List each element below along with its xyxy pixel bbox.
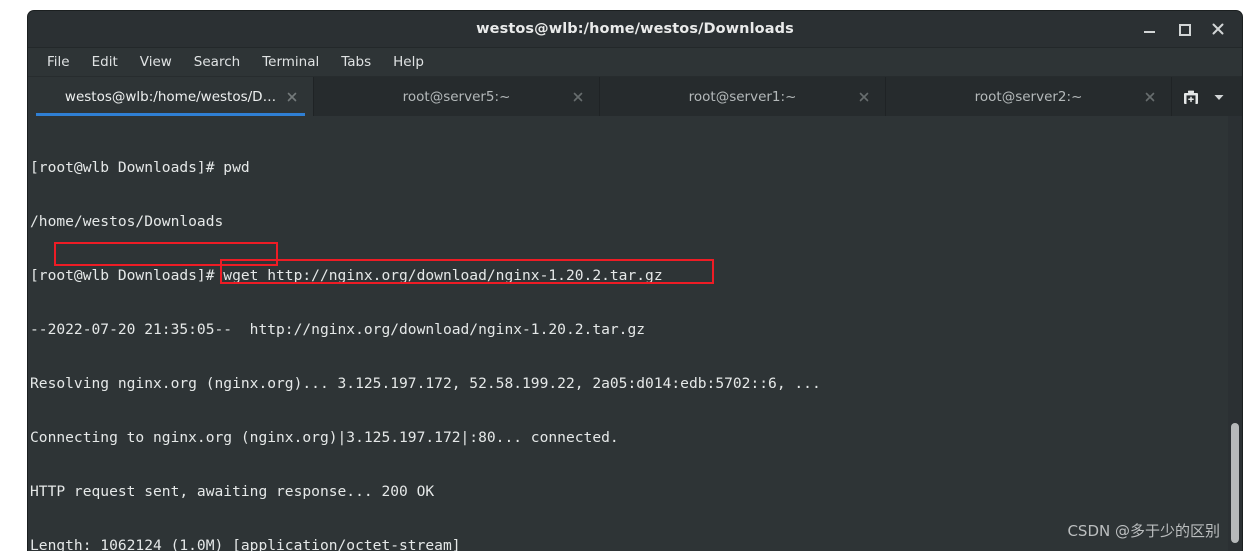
screenshot-root: westos@wlb:/home/westos/Downloads File E… — [0, 0, 1250, 551]
menu-item-search[interactable]: Search — [183, 51, 251, 73]
menu-item-tabs[interactable]: Tabs — [330, 51, 382, 73]
tab-label: root@server2:~ — [974, 88, 1083, 105]
window-titlebar: westos@wlb:/home/westos/Downloads — [28, 11, 1242, 48]
terminal-line: [root@wlb Downloads]# pwd — [30, 159, 250, 176]
terminal-output: [root@wlb Downloads]# pwd /home/westos/D… — [30, 123, 1224, 551]
close-icon[interactable] — [1210, 21, 1226, 37]
maximize-icon[interactable] — [1176, 21, 1192, 37]
tab-label: westos@wlb:/home/westos/D… — [64, 88, 277, 105]
menu-item-help[interactable]: Help — [382, 51, 435, 73]
terminal-line: Length: 1062124 (1.0M) [application/octe… — [30, 537, 461, 551]
scrollbar-thumb[interactable] — [1231, 423, 1239, 543]
menubar: File Edit View Search Terminal Tabs Help — [28, 48, 1242, 77]
tab-close-icon[interactable] — [571, 90, 585, 104]
tab-close-icon[interactable] — [1143, 90, 1157, 104]
tab-root-server1[interactable]: root@server1:~ — [600, 77, 886, 116]
menu-item-terminal[interactable]: Terminal — [251, 51, 330, 73]
window-controls — [1142, 11, 1234, 47]
menu-item-file[interactable]: File — [36, 51, 81, 73]
terminal-line: Connecting to nginx.org (nginx.org)|3.12… — [30, 429, 619, 446]
menu-item-view[interactable]: View — [129, 51, 183, 73]
minimize-icon[interactable] — [1142, 21, 1158, 37]
tabbar-actions — [1172, 77, 1242, 116]
tab-root-server2[interactable]: root@server2:~ — [886, 77, 1172, 116]
tab-label: root@server1:~ — [688, 88, 797, 105]
terminal-scrollbar[interactable] — [1228, 116, 1242, 551]
terminal-view[interactable]: [root@wlb Downloads]# pwd /home/westos/D… — [28, 116, 1242, 551]
terminal-line: HTTP request sent, awaiting response... … — [30, 483, 435, 500]
window-title: westos@wlb:/home/westos/Downloads — [476, 21, 794, 37]
terminal-line: /home/westos/Downloads — [30, 213, 224, 230]
tabbar: westos@wlb:/home/westos/D… root@server5:… — [28, 77, 1242, 116]
tab-westos-downloads[interactable]: westos@wlb:/home/westos/D… — [28, 77, 314, 116]
tab-close-icon[interactable] — [285, 90, 299, 104]
terminal-line: --2022-07-20 21:35:05-- http://nginx.org… — [30, 321, 646, 338]
tab-strip: westos@wlb:/home/westos/D… root@server5:… — [28, 77, 1172, 116]
tab-label: root@server5:~ — [402, 88, 511, 105]
terminal-window: westos@wlb:/home/westos/Downloads File E… — [28, 11, 1242, 551]
terminal-line: Resolving nginx.org (nginx.org)... 3.125… — [30, 375, 821, 392]
chevron-down-icon[interactable] — [1208, 86, 1230, 108]
csdn-watermark: CSDN @多于少的区别 — [1067, 522, 1220, 540]
menu-item-edit[interactable]: Edit — [81, 51, 129, 73]
terminal-line: [root@wlb Downloads]# wget http://nginx.… — [30, 267, 663, 284]
add-tab-icon[interactable] — [1180, 86, 1202, 108]
tab-close-icon[interactable] — [857, 90, 871, 104]
tab-root-server5[interactable]: root@server5:~ — [314, 77, 600, 116]
